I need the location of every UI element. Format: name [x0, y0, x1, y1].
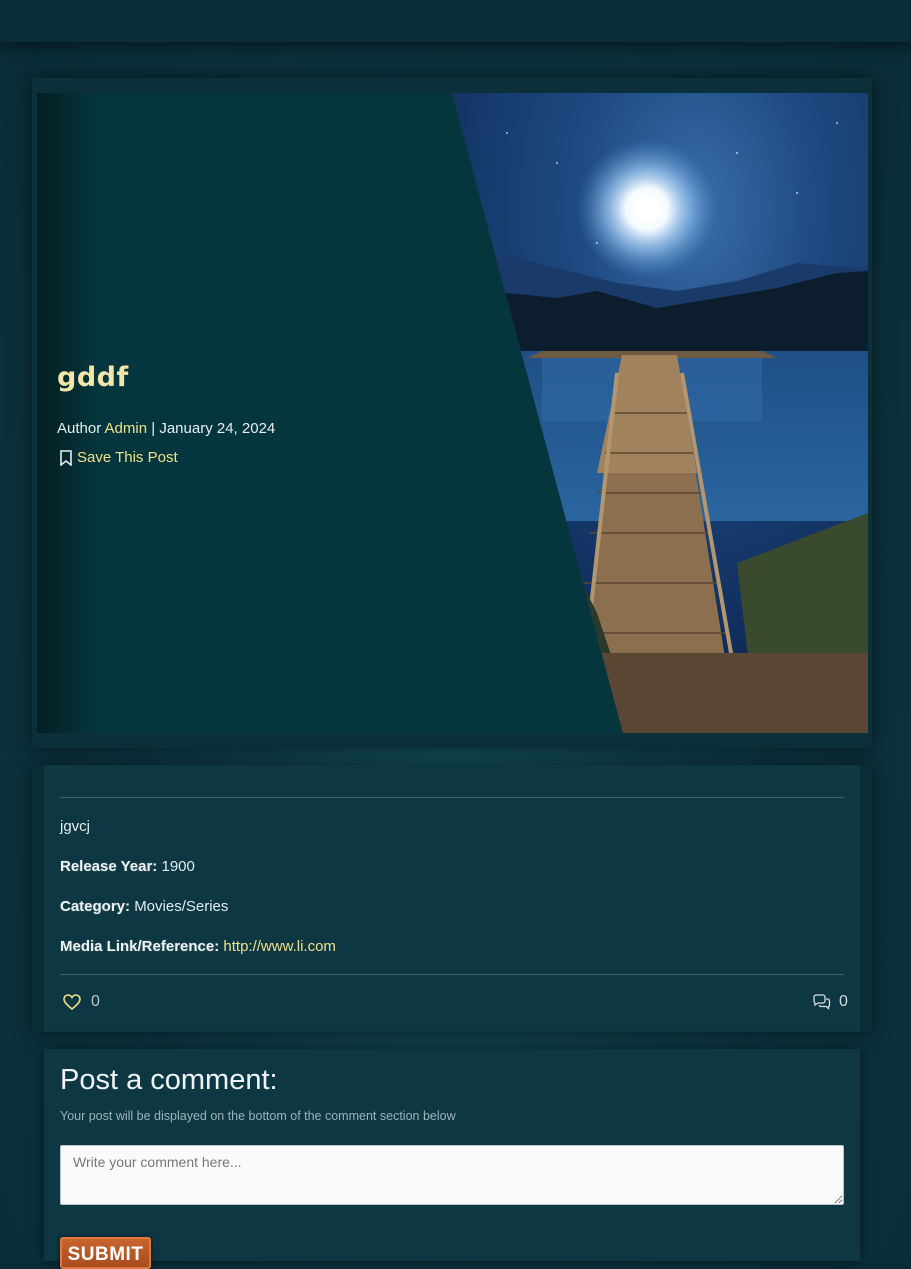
hero-lake-image — [452, 93, 868, 733]
bookmark-icon — [60, 449, 72, 466]
like-count: 0 — [91, 993, 100, 1010]
comment-input[interactable] — [60, 1145, 844, 1205]
media-link[interactable]: http://www.li.com — [223, 938, 336, 955]
release-year-value: 1900 — [161, 858, 195, 875]
comments-count: 0 — [839, 993, 848, 1010]
details-top-divider — [60, 797, 844, 798]
save-post-button[interactable]: Save This Post — [59, 449, 178, 466]
meta-separator: | — [151, 420, 156, 437]
top-navbar — [0, 0, 911, 42]
post-title: gddf — [57, 362, 129, 393]
media-link-field: Media Link/Reference: http://www.li.com — [60, 938, 336, 955]
category-label: Category: — [60, 898, 131, 915]
post-meta: Author Admin | January 24, 2024 — [57, 420, 275, 437]
comment-form-subtitle: Your post will be displayed on the botto… — [60, 1109, 456, 1123]
category-value: Movies/Series — [134, 898, 229, 915]
hero-left-shade — [37, 93, 97, 733]
submit-comment-button[interactable]: SUBMIT — [60, 1237, 151, 1269]
author-prefix: Author — [57, 420, 102, 437]
post-date: January 24, 2024 — [159, 420, 276, 437]
release-year-label: Release Year: — [60, 858, 158, 875]
comments-count-button[interactable]: 0 — [812, 993, 848, 1011]
details-bottom-divider — [60, 974, 844, 975]
release-year-field: Release Year: 1900 — [60, 858, 195, 875]
like-button[interactable]: 0 — [63, 993, 100, 1011]
post-hero — [37, 93, 868, 733]
media-link-label: Media Link/Reference: — [60, 938, 220, 955]
comments-icon — [813, 994, 831, 1010]
save-post-label[interactable]: Save This Post — [77, 449, 178, 466]
author-link[interactable]: Admin — [105, 420, 148, 437]
comment-form-title: Post a comment: — [60, 1064, 278, 1096]
post-description: jgvcj — [60, 818, 91, 835]
heart-icon — [63, 994, 81, 1010]
category-field: Category: Movies/Series — [60, 898, 228, 915]
